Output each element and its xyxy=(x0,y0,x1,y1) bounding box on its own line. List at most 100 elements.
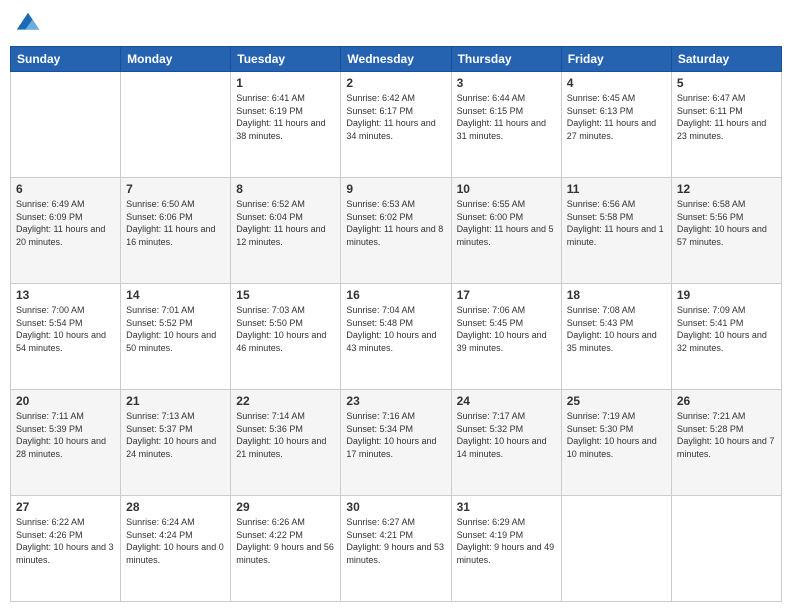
day-number: 10 xyxy=(457,182,556,196)
day-number: 28 xyxy=(126,500,225,514)
calendar-cell: 6 Sunrise: 6:49 AMSunset: 6:09 PMDaylight… xyxy=(11,178,121,284)
day-info: Sunrise: 7:11 AMSunset: 5:39 PMDaylight:… xyxy=(16,410,115,460)
day-number: 2 xyxy=(346,76,445,90)
day-number: 6 xyxy=(16,182,115,196)
calendar-cell: 16Sunrise: 7:04 AMSunset: 5:48 PMDayligh… xyxy=(341,284,451,390)
day-info: Sunrise: 7:08 AMSunset: 5:43 PMDaylight:… xyxy=(567,304,666,354)
day-info: Sunrise: 6:42 AMSunset: 6:17 PMDaylight:… xyxy=(346,92,445,142)
day-number: 17 xyxy=(457,288,556,302)
day-info: Sunrise: 6:52 AMSunset: 6:04 PMDaylight:… xyxy=(236,198,335,248)
calendar-week-1: 1 Sunrise: 6:41 AMSunset: 6:19 PMDaylight… xyxy=(11,72,782,178)
weekday-header-row: SundayMondayTuesdayWednesdayThursdayFrid… xyxy=(11,47,782,72)
day-info: Sunrise: 7:21 AMSunset: 5:28 PMDaylight:… xyxy=(677,410,776,460)
day-info: Sunrise: 6:29 AMSunset: 4:19 PMDaylight:… xyxy=(457,516,556,566)
day-info: Sunrise: 6:45 AMSunset: 6:13 PMDaylight:… xyxy=(567,92,666,142)
logo-icon xyxy=(14,10,42,38)
day-number: 15 xyxy=(236,288,335,302)
day-info: Sunrise: 6:24 AMSunset: 4:24 PMDaylight:… xyxy=(126,516,225,566)
calendar-cell: 19 Sunrise: 7:09 AMSunset: 5:41 PMDayligh… xyxy=(671,284,781,390)
calendar-cell: 8 Sunrise: 6:52 AMSunset: 6:04 PMDaylight… xyxy=(231,178,341,284)
calendar-cell: 17 Sunrise: 7:06 AMSunset: 5:45 PMDayligh… xyxy=(451,284,561,390)
day-number: 4 xyxy=(567,76,666,90)
calendar-cell: 25Sunrise: 7:19 AMSunset: 5:30 PMDayligh… xyxy=(561,390,671,496)
calendar-cell: 5Sunrise: 6:47 AMSunset: 6:11 PMDaylight… xyxy=(671,72,781,178)
weekday-header-saturday: Saturday xyxy=(671,47,781,72)
day-info: Sunrise: 7:04 AMSunset: 5:48 PMDaylight:… xyxy=(346,304,445,354)
weekday-header-friday: Friday xyxy=(561,47,671,72)
day-number: 24 xyxy=(457,394,556,408)
day-info: Sunrise: 6:53 AMSunset: 6:02 PMDaylight:… xyxy=(346,198,445,248)
day-number: 14 xyxy=(126,288,225,302)
calendar-cell: 18 Sunrise: 7:08 AMSunset: 5:43 PMDayligh… xyxy=(561,284,671,390)
calendar-cell: 26 Sunrise: 7:21 AMSunset: 5:28 PMDayligh… xyxy=(671,390,781,496)
day-info: Sunrise: 6:44 AMSunset: 6:15 PMDaylight:… xyxy=(457,92,556,142)
calendar-cell: 9 Sunrise: 6:53 AMSunset: 6:02 PMDaylight… xyxy=(341,178,451,284)
weekday-header-thursday: Thursday xyxy=(451,47,561,72)
calendar-cell: 14 Sunrise: 7:01 AMSunset: 5:52 PMDayligh… xyxy=(121,284,231,390)
calendar-week-3: 13Sunrise: 7:00 AMSunset: 5:54 PMDayligh… xyxy=(11,284,782,390)
day-number: 13 xyxy=(16,288,115,302)
weekday-header-tuesday: Tuesday xyxy=(231,47,341,72)
calendar-cell xyxy=(561,496,671,602)
day-number: 19 xyxy=(677,288,776,302)
page: SundayMondayTuesdayWednesdayThursdayFrid… xyxy=(0,0,792,612)
calendar-cell: 27Sunrise: 6:22 AMSunset: 4:26 PMDayligh… xyxy=(11,496,121,602)
calendar-cell: 28 Sunrise: 6:24 AMSunset: 4:24 PMDayligh… xyxy=(121,496,231,602)
weekday-header-sunday: Sunday xyxy=(11,47,121,72)
day-number: 12 xyxy=(677,182,776,196)
calendar-cell: 20 Sunrise: 7:11 AMSunset: 5:39 PMDayligh… xyxy=(11,390,121,496)
day-info: Sunrise: 6:55 AMSunset: 6:00 PMDaylight:… xyxy=(457,198,556,248)
calendar-week-4: 20 Sunrise: 7:11 AMSunset: 5:39 PMDayligh… xyxy=(11,390,782,496)
day-number: 27 xyxy=(16,500,115,514)
day-number: 9 xyxy=(346,182,445,196)
day-info: Sunrise: 7:19 AMSunset: 5:30 PMDaylight:… xyxy=(567,410,666,460)
day-info: Sunrise: 7:13 AMSunset: 5:37 PMDaylight:… xyxy=(126,410,225,460)
calendar-cell: 4 Sunrise: 6:45 AMSunset: 6:13 PMDaylight… xyxy=(561,72,671,178)
calendar-cell: 1 Sunrise: 6:41 AMSunset: 6:19 PMDaylight… xyxy=(231,72,341,178)
day-info: Sunrise: 7:01 AMSunset: 5:52 PMDaylight:… xyxy=(126,304,225,354)
calendar-cell: 22 Sunrise: 7:14 AMSunset: 5:36 PMDayligh… xyxy=(231,390,341,496)
day-info: Sunrise: 7:14 AMSunset: 5:36 PMDaylight:… xyxy=(236,410,335,460)
header xyxy=(10,10,782,38)
day-number: 23 xyxy=(346,394,445,408)
day-info: Sunrise: 7:03 AMSunset: 5:50 PMDaylight:… xyxy=(236,304,335,354)
day-number: 21 xyxy=(126,394,225,408)
calendar-cell xyxy=(11,72,121,178)
day-number: 29 xyxy=(236,500,335,514)
weekday-header-wednesday: Wednesday xyxy=(341,47,451,72)
calendar-table: SundayMondayTuesdayWednesdayThursdayFrid… xyxy=(10,46,782,602)
day-number: 18 xyxy=(567,288,666,302)
calendar-cell: 12Sunrise: 6:58 AMSunset: 5:56 PMDayligh… xyxy=(671,178,781,284)
day-number: 8 xyxy=(236,182,335,196)
day-info: Sunrise: 6:49 AMSunset: 6:09 PMDaylight:… xyxy=(16,198,115,248)
day-number: 22 xyxy=(236,394,335,408)
calendar-cell: 11Sunrise: 6:56 AMSunset: 5:58 PMDayligh… xyxy=(561,178,671,284)
calendar-cell: 21 Sunrise: 7:13 AMSunset: 5:37 PMDayligh… xyxy=(121,390,231,496)
calendar-cell: 31 Sunrise: 6:29 AMSunset: 4:19 PMDayligh… xyxy=(451,496,561,602)
day-info: Sunrise: 6:26 AMSunset: 4:22 PMDaylight:… xyxy=(236,516,335,566)
day-info: Sunrise: 6:27 AMSunset: 4:21 PMDaylight:… xyxy=(346,516,445,566)
calendar-cell xyxy=(121,72,231,178)
day-info: Sunrise: 7:17 AMSunset: 5:32 PMDaylight:… xyxy=(457,410,556,460)
day-number: 1 xyxy=(236,76,335,90)
calendar-cell: 24 Sunrise: 7:17 AMSunset: 5:32 PMDayligh… xyxy=(451,390,561,496)
day-info: Sunrise: 6:50 AMSunset: 6:06 PMDaylight:… xyxy=(126,198,225,248)
calendar-cell: 30 Sunrise: 6:27 AMSunset: 4:21 PMDayligh… xyxy=(341,496,451,602)
calendar-cell: 15 Sunrise: 7:03 AMSunset: 5:50 PMDayligh… xyxy=(231,284,341,390)
calendar-week-2: 6 Sunrise: 6:49 AMSunset: 6:09 PMDaylight… xyxy=(11,178,782,284)
day-number: 3 xyxy=(457,76,556,90)
day-number: 31 xyxy=(457,500,556,514)
calendar-cell: 10 Sunrise: 6:55 AMSunset: 6:00 PMDayligh… xyxy=(451,178,561,284)
day-info: Sunrise: 7:06 AMSunset: 5:45 PMDaylight:… xyxy=(457,304,556,354)
day-number: 20 xyxy=(16,394,115,408)
logo xyxy=(14,10,46,38)
calendar-cell: 3 Sunrise: 6:44 AMSunset: 6:15 PMDaylight… xyxy=(451,72,561,178)
calendar-cell xyxy=(671,496,781,602)
calendar-cell: 23Sunrise: 7:16 AMSunset: 5:34 PMDayligh… xyxy=(341,390,451,496)
day-number: 30 xyxy=(346,500,445,514)
day-number: 5 xyxy=(677,76,776,90)
day-info: Sunrise: 6:56 AMSunset: 5:58 PMDaylight:… xyxy=(567,198,666,248)
day-info: Sunrise: 6:41 AMSunset: 6:19 PMDaylight:… xyxy=(236,92,335,142)
day-number: 26 xyxy=(677,394,776,408)
day-info: Sunrise: 7:09 AMSunset: 5:41 PMDaylight:… xyxy=(677,304,776,354)
